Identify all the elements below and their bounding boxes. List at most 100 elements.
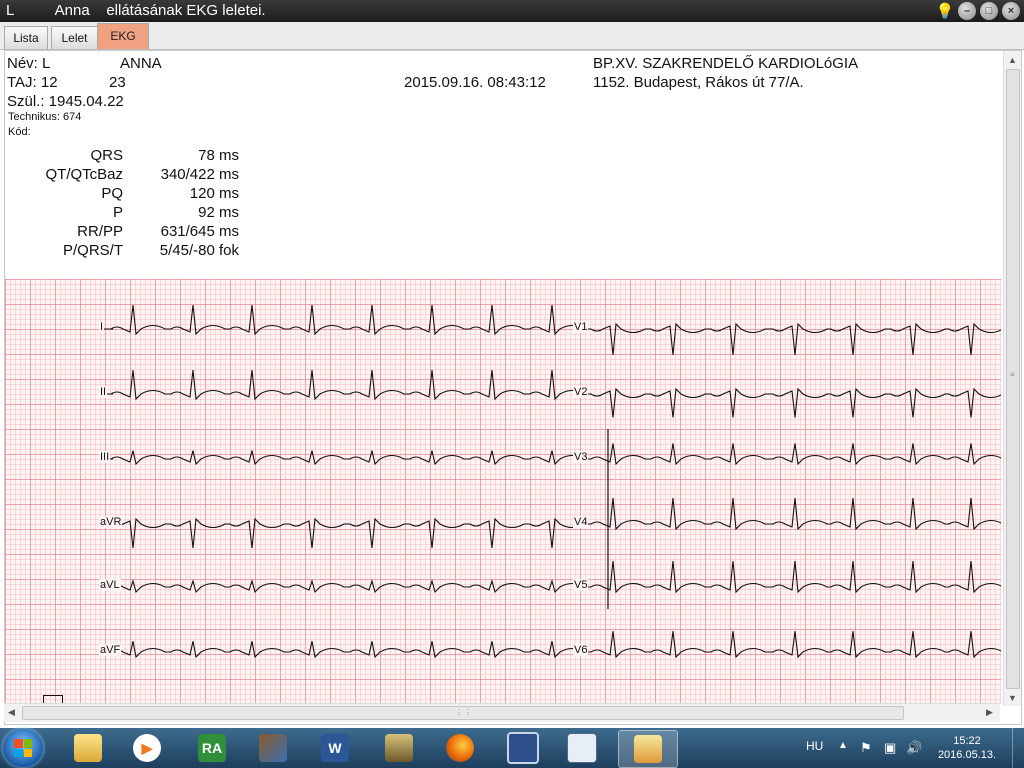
window-title-bar[interactable]: L Anna ellátásának EKG leletei. 💡 – □ × bbox=[0, 0, 1024, 22]
close-button[interactable]: × bbox=[1002, 2, 1020, 20]
technician-id: Technikus: 674 bbox=[8, 111, 82, 123]
firefox-icon bbox=[446, 734, 474, 762]
ra-app-icon: RA bbox=[198, 734, 226, 762]
scroll-down-arrow-icon[interactable]: ▼ bbox=[1008, 693, 1017, 703]
lead-label: aVR bbox=[99, 516, 123, 528]
horizontal-scroll-thumb[interactable]: ⋮⋮ bbox=[22, 706, 904, 720]
measurement-value: 340/422 ms bbox=[160, 166, 239, 183]
tab-lelet[interactable]: Lelet bbox=[51, 26, 98, 49]
clock[interactable]: 15:22 2016.05.13. bbox=[932, 734, 1002, 762]
taskbar-app-media-player[interactable]: ▶ bbox=[121, 730, 173, 766]
lead-label: II bbox=[99, 386, 108, 398]
ekg-app-icon bbox=[634, 735, 662, 763]
ecg-traces bbox=[101, 304, 1001, 659]
show-desktop-button[interactable] bbox=[1012, 728, 1024, 768]
clock-time: 15:22 bbox=[953, 735, 981, 747]
language-indicator[interactable]: HU bbox=[806, 739, 823, 753]
vertical-scrollbar[interactable]: ▲ ≡ ▼ bbox=[1003, 51, 1021, 706]
scroll-right-arrow-icon[interactable]: ▶ bbox=[986, 707, 993, 718]
measurement-label: QT/QTcBaz bbox=[45, 166, 123, 183]
measurement-label: P/QRS/T bbox=[62, 242, 123, 259]
archive-app-icon bbox=[259, 734, 287, 762]
lead-label: I bbox=[99, 321, 105, 333]
patient-taj-label: TAJ: 12 bbox=[7, 74, 58, 91]
measurement-value: 631/645 ms bbox=[160, 223, 239, 240]
taskbar-app-calculator[interactable] bbox=[556, 730, 608, 766]
lead-label: V2 bbox=[573, 386, 589, 398]
save-disk-icon bbox=[507, 732, 539, 764]
taskbar-app-game[interactable] bbox=[373, 730, 425, 766]
network-flag-icon[interactable]: ⚑ bbox=[860, 740, 872, 756]
lead-label: aVL bbox=[99, 579, 121, 591]
volume-icon[interactable]: 🔊 bbox=[906, 740, 922, 756]
ecg-trace-V2 bbox=[575, 387, 1001, 418]
maximize-button[interactable]: □ bbox=[980, 2, 998, 20]
taskbar-app-firefox[interactable] bbox=[434, 730, 486, 766]
ecg-trace-V6 bbox=[575, 631, 1001, 659]
taskbar-app-ekg[interactable] bbox=[618, 730, 678, 768]
ecg-trace-aVL bbox=[101, 579, 587, 594]
grip-icon: ⋮⋮ bbox=[455, 708, 473, 717]
lead-label: V3 bbox=[573, 451, 589, 463]
ecg-trace-aVF bbox=[101, 641, 587, 659]
network-icon[interactable]: ▣ bbox=[884, 740, 896, 756]
lead-label: V1 bbox=[573, 321, 589, 333]
scroll-left-arrow-icon[interactable]: ◀ bbox=[8, 707, 15, 718]
scroll-up-arrow-icon[interactable]: ▲ bbox=[1008, 55, 1017, 65]
ecg-trace-V3 bbox=[575, 443, 1001, 466]
grip-icon: ≡ bbox=[1010, 370, 1016, 379]
ecg-trace-V5 bbox=[575, 560, 1001, 594]
taskbar-app-explorer[interactable] bbox=[62, 730, 114, 766]
patient-name-label: Név: L bbox=[7, 55, 51, 72]
ecg-trace-V4 bbox=[575, 497, 1001, 531]
ecg-trace-I bbox=[101, 304, 587, 336]
measurement-value: 120 ms bbox=[189, 185, 239, 202]
ecg-trace-II bbox=[101, 369, 587, 401]
institution-name: BP.XV. SZAKRENDELŐ KARDIOLóGIA bbox=[593, 55, 859, 72]
measurement-label: PQ bbox=[101, 185, 123, 202]
institution-address: 1152. Budapest, Rákos út 77/A. bbox=[593, 74, 804, 91]
taskbar-app-ra[interactable]: RA bbox=[186, 730, 238, 766]
ekg-report-panel: Név: L ANNA TAJ: 12 23 Szül.: 1945.04.22… bbox=[4, 50, 1022, 725]
lead-label: V6 bbox=[573, 644, 589, 656]
tab-bar: Lista Lelet EKG bbox=[0, 22, 1024, 50]
measurement-label: P bbox=[112, 204, 123, 221]
code-label: Kód: bbox=[8, 126, 31, 138]
tab-lista[interactable]: Lista bbox=[4, 26, 48, 49]
lead-label: V4 bbox=[573, 516, 589, 528]
ecg-trace-III bbox=[101, 450, 587, 466]
ecg-trace-aVR bbox=[101, 517, 587, 549]
taskbar-app-archive[interactable] bbox=[247, 730, 299, 766]
measurement-value: 92 ms bbox=[198, 204, 239, 221]
record-datetime: 2015.09.16. 08:43:12 bbox=[404, 74, 546, 91]
ecg-grid: I II III aVR aVL aVF V1 V2 V3 V4 V5 V6 bbox=[5, 279, 1001, 705]
window-title: L Anna ellátásának EKG leletei. bbox=[6, 2, 266, 19]
word-icon: W bbox=[321, 734, 349, 762]
tab-ekg[interactable]: EKG bbox=[97, 23, 149, 49]
measurement-label: RR/PP bbox=[77, 223, 123, 240]
patient-name-value: ANNA bbox=[120, 55, 162, 72]
clock-date: 2016.05.13. bbox=[937, 749, 997, 761]
vertical-scroll-thumb[interactable]: ≡ bbox=[1006, 69, 1020, 689]
folder-icon bbox=[74, 734, 102, 762]
game-app-icon bbox=[385, 734, 413, 762]
taskbar-app-save[interactable] bbox=[497, 730, 549, 766]
taskbar-app-word[interactable]: W bbox=[309, 730, 361, 766]
patient-birth-date: Szül.: 1945.04.22 bbox=[7, 93, 124, 110]
start-button[interactable] bbox=[3, 729, 43, 767]
lead-label: aVF bbox=[99, 644, 122, 656]
patient-taj-value: 23 bbox=[109, 74, 126, 91]
play-icon: ▶ bbox=[133, 734, 161, 762]
lead-label: V5 bbox=[573, 579, 589, 591]
windows-logo-icon bbox=[14, 739, 32, 757]
tray-expand-icon[interactable]: ▲ bbox=[838, 740, 848, 751]
taskbar: ▶ RA W HU ▲ ⚑ ▣ 🔊 15:22 2016.05.13. bbox=[0, 728, 1024, 768]
measurement-label: QRS bbox=[90, 147, 123, 164]
ecg-trace-V1 bbox=[575, 322, 1001, 356]
minimize-button[interactable]: – bbox=[958, 2, 976, 20]
lead-label: III bbox=[99, 451, 111, 463]
horizontal-scrollbar[interactable]: ◀ ⋮⋮ ▶ bbox=[4, 703, 1000, 722]
lightbulb-icon[interactable]: 💡 bbox=[936, 2, 955, 20]
system-tray: HU ▲ ⚑ ▣ 🔊 15:22 2016.05.13. bbox=[800, 728, 1024, 768]
calculator-window-icon bbox=[567, 733, 597, 763]
